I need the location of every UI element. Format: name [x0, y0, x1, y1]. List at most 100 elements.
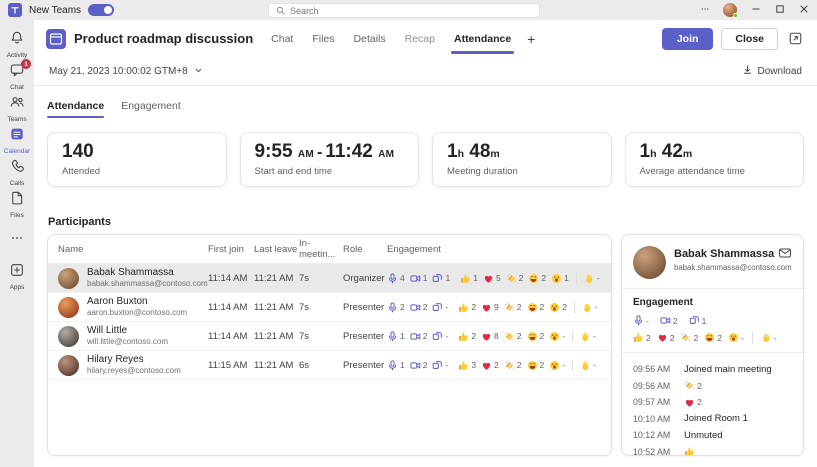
like-emoji: [460, 273, 471, 284]
presence-dot: [733, 13, 738, 18]
divider: [576, 273, 577, 284]
chat-badge: 1: [21, 59, 31, 69]
timeline-item: 09:56 AM Joined main meeting: [633, 361, 792, 378]
avatar: [633, 246, 666, 279]
tab-recap[interactable]: Recap: [405, 21, 435, 57]
close-window-button[interactable]: [798, 5, 809, 16]
meeting-calendar-icon: [46, 29, 66, 49]
sidebar-item-calls[interactable]: Calls: [0, 157, 34, 187]
like-emoji: [458, 331, 469, 342]
divider: [622, 288, 803, 289]
surprised-emoji: [549, 360, 560, 371]
sidebar-item-activity[interactable]: Activity: [0, 29, 34, 59]
sidebar-item-files[interactable]: Files: [0, 189, 34, 219]
sidebar-more-button[interactable]: [0, 229, 34, 251]
meeting-tabs: Chat Files Details Recap Attendance: [271, 21, 511, 57]
surprised-emoji: [728, 332, 739, 343]
sidebar-item-chat[interactable]: 1 Chat: [0, 61, 34, 91]
participants-heading: Participants: [48, 216, 111, 228]
tab-chat[interactable]: Chat: [271, 21, 293, 57]
report-tab-engagement[interactable]: Engagement: [121, 100, 181, 118]
user-avatar[interactable]: [723, 3, 737, 17]
table-row[interactable]: Aaron Buxtonaaron.buxton@contoso.com 11:…: [48, 293, 611, 322]
table-row[interactable]: Will Littlewill.little@contoso.com 11:14…: [48, 322, 611, 351]
download-icon: [742, 62, 753, 80]
timeline-item: 10:12 AM Unmuted: [633, 427, 792, 444]
join-button[interactable]: Join: [662, 28, 714, 50]
mic-icon: [387, 302, 398, 313]
surprised-emoji: [549, 331, 560, 342]
close-button[interactable]: Close: [721, 28, 778, 50]
calendar-icon: [9, 126, 25, 147]
chevron-down-icon: [194, 62, 203, 80]
timeline-item: 10:52 AM: [633, 444, 792, 457]
titlebar-more-button[interactable]: [699, 5, 710, 16]
maximize-button[interactable]: [774, 5, 785, 16]
report-tab-attendance[interactable]: Attendance: [47, 100, 104, 118]
detail-name: Babak Shammassa: [674, 248, 770, 260]
summary-card-average: 1h 42m Average attendance time: [625, 132, 805, 187]
ellipsis-icon: [9, 230, 25, 251]
divider: [572, 360, 573, 371]
tab-attendance[interactable]: Attendance: [454, 21, 511, 57]
teams-logo-icon: [8, 3, 22, 17]
titlebar: New Teams: [0, 0, 817, 20]
avatar: [58, 326, 79, 347]
report-tabs: Attendance Engagement: [47, 100, 181, 118]
applause-emoji: [504, 360, 515, 371]
new-teams-label: New Teams: [29, 5, 81, 16]
laugh-emoji: [527, 302, 538, 313]
new-teams-toggle[interactable]: [88, 4, 114, 16]
tab-details[interactable]: Details: [354, 21, 386, 57]
summary-card-start-end: 9:55 AM-11:42 AM Start and end time: [240, 132, 420, 187]
summary-card-attended: 140 Attended: [47, 132, 227, 187]
email-icon[interactable]: [778, 246, 792, 260]
divider: [574, 302, 575, 313]
search-input[interactable]: [290, 6, 532, 16]
like-emoji: [633, 332, 644, 343]
engagement-heading: Engagement: [633, 297, 792, 308]
file-icon: [9, 190, 25, 211]
sidebar-item-calendar[interactable]: Calendar: [0, 125, 34, 155]
surprised-emoji: [549, 302, 560, 313]
divider: [572, 331, 573, 342]
date-selector[interactable]: May 21, 2023 10:00:02 GTM+8: [49, 62, 203, 80]
table-row[interactable]: Babak Shammassababak.shammassa@contoso.c…: [48, 264, 611, 293]
heart-emoji: [657, 332, 668, 343]
heart-emoji: [481, 302, 492, 313]
applause-emoji: [680, 332, 691, 343]
like-emoji: [458, 360, 469, 371]
camera-icon: [410, 273, 421, 284]
divider: [622, 352, 803, 353]
add-tab-button[interactable]: +: [527, 31, 535, 47]
detail-email: babak.shammassa@contoso.com: [674, 263, 770, 272]
popout-icon[interactable]: [788, 31, 803, 46]
applause-emoji: [506, 273, 517, 284]
table-header: Name First join Last leave In-meetin... …: [48, 235, 611, 264]
camera-icon: [660, 315, 671, 326]
laugh-emoji: [527, 331, 538, 342]
sidebar-item-apps[interactable]: Apps: [0, 261, 34, 291]
laugh-emoji: [704, 332, 715, 343]
summary-card-duration: 1h 48m Meeting duration: [432, 132, 612, 187]
engagement-timeline: 09:56 AM Joined main meeting 09:56 AM 2 …: [633, 361, 792, 456]
raised-hand-emoji: [584, 273, 595, 284]
avatar: [58, 297, 79, 318]
mic-icon: [633, 315, 644, 326]
toggle-knob: [104, 6, 112, 14]
search-icon: [276, 6, 285, 15]
download-button[interactable]: Download: [742, 62, 802, 80]
search-box[interactable]: [268, 3, 540, 18]
surprised-emoji: [551, 273, 562, 284]
tab-files[interactable]: Files: [312, 21, 334, 57]
meeting-date: May 21, 2023 10:00:02 GTM+8: [49, 66, 188, 77]
meeting-header: Product roadmap discussion Chat Files De…: [34, 20, 817, 57]
minimize-button[interactable]: [750, 5, 761, 16]
date-bar: May 21, 2023 10:00:02 GTM+8 Download: [34, 57, 817, 86]
applause-emoji: [504, 331, 515, 342]
sidebar-item-teams[interactable]: Teams: [0, 93, 34, 123]
table-row[interactable]: Hilary Reyeshilary.reyes@contoso.com 11:…: [48, 351, 611, 380]
bell-icon: [9, 30, 25, 51]
participant-detail-panel: Babak Shammassa babak.shammassa@contoso.…: [621, 234, 804, 456]
timeline-item: 10:10 AM Joined Room 1: [633, 411, 792, 428]
